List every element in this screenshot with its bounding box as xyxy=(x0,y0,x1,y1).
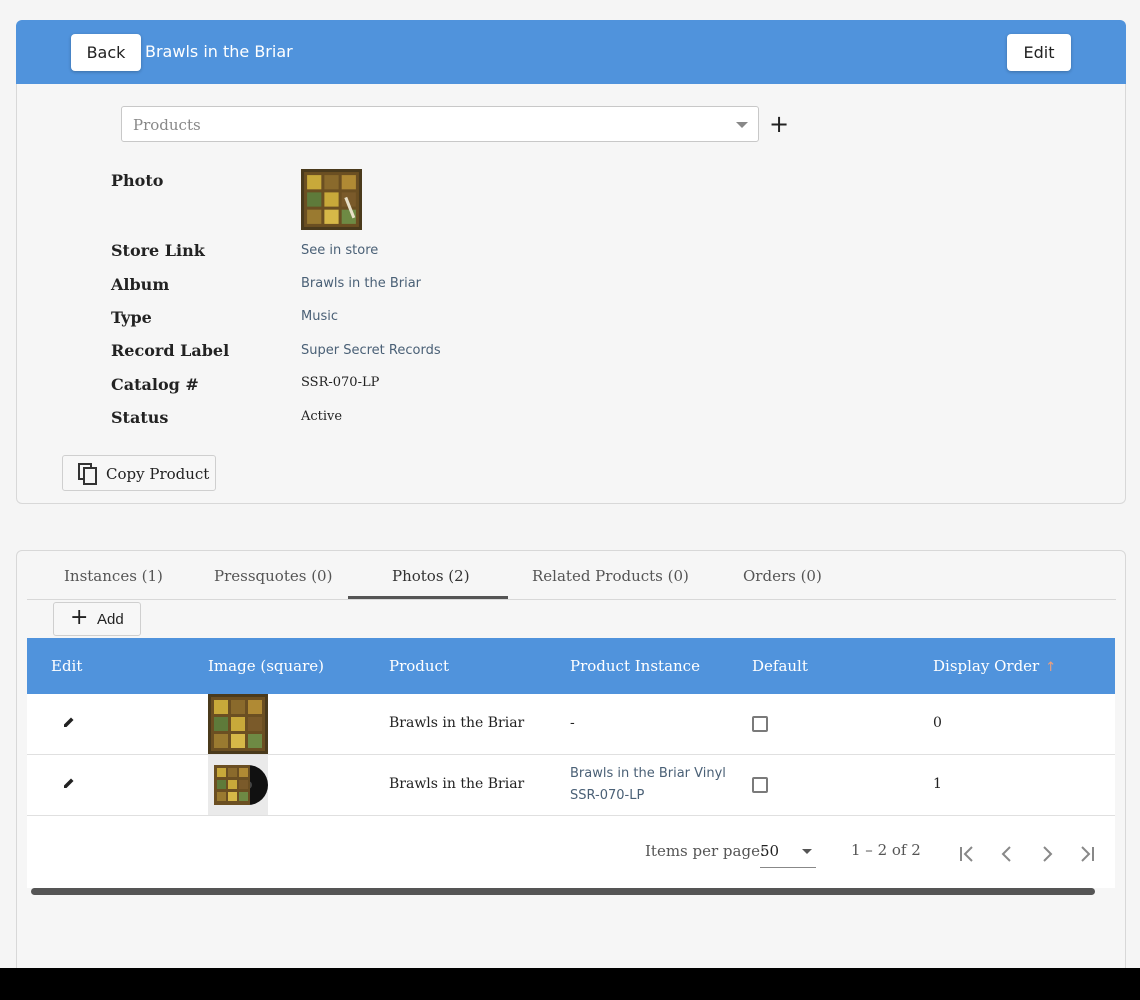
record-label-link[interactable]: Super Secret Records xyxy=(301,343,441,358)
status-label: Status xyxy=(111,408,169,427)
page-header: Back Brawls in the Briar Edit xyxy=(16,20,1126,84)
display-order-header-label: Display Order xyxy=(933,657,1040,675)
page-title: Brawls in the Briar xyxy=(145,42,293,61)
album-link[interactable]: Brawls in the Briar xyxy=(301,276,421,291)
type-link[interactable]: Music xyxy=(301,309,338,324)
display-order-cell: 0 xyxy=(933,715,942,731)
products-select[interactable]: Products xyxy=(121,106,759,142)
pencil-icon[interactable] xyxy=(63,777,75,789)
tab-related-products[interactable]: Related Products (0) xyxy=(532,567,689,585)
horizontal-scrollbar[interactable] xyxy=(31,888,1095,895)
items-per-page-select[interactable]: 50 xyxy=(760,838,816,868)
store-link[interactable]: See in store xyxy=(301,243,378,258)
back-button[interactable]: Back xyxy=(71,34,141,71)
chevron-down-icon xyxy=(802,849,812,854)
table-header: Edit Image (square) Product Product Inst… xyxy=(27,638,1115,694)
paginator: Items per page: 50 1 – 2 of 2 xyxy=(27,838,1115,888)
product-photo xyxy=(301,169,362,230)
last-page-icon[interactable] xyxy=(1075,842,1099,866)
product-cell: Brawls in the Briar xyxy=(389,776,525,792)
add-photo-label: Add xyxy=(97,611,124,628)
related-tabs-card: Instances (1) Pressquotes (0) Photos (2)… xyxy=(16,550,1126,980)
first-page-icon[interactable] xyxy=(955,842,979,866)
column-header-display-order[interactable]: Display Order ↑ xyxy=(933,657,1056,675)
display-order-cell: 1 xyxy=(933,776,942,792)
next-page-icon[interactable] xyxy=(1035,842,1059,866)
items-per-page-value: 50 xyxy=(760,842,780,860)
plus-icon: + xyxy=(70,605,89,630)
product-cell: Brawls in the Briar xyxy=(389,715,525,731)
product-detail-card: Products + Photo Store Link See in store… xyxy=(16,84,1126,504)
instance-link[interactable]: Brawls in the Briar Vinyl SSR-070-LP xyxy=(570,763,730,807)
add-photo-button[interactable]: + Add xyxy=(53,602,141,636)
column-header-instance: Product Instance xyxy=(570,657,700,675)
default-checkbox[interactable] xyxy=(752,777,768,793)
table-row: Brawls in the Briar - 0 xyxy=(27,694,1115,755)
table-row: Brawls in the Briar Brawls in the Briar … xyxy=(27,755,1115,816)
tab-orders[interactable]: Orders (0) xyxy=(743,567,822,585)
edit-button[interactable]: Edit xyxy=(1007,34,1071,71)
instance-cell: - xyxy=(570,715,575,731)
photo-label: Photo xyxy=(111,171,164,190)
store-link-label: Store Link xyxy=(111,241,205,260)
column-header-image: Image (square) xyxy=(208,657,324,675)
album-label: Album xyxy=(111,275,170,294)
catalog-label: Catalog # xyxy=(111,375,199,394)
add-product-button[interactable]: + xyxy=(769,112,789,136)
chevron-down-icon xyxy=(736,122,748,128)
photo-thumbnail xyxy=(208,755,268,815)
column-header-edit: Edit xyxy=(51,657,83,675)
page-range-label: 1 – 2 of 2 xyxy=(851,841,921,859)
products-select-placeholder: Products xyxy=(133,116,201,134)
tab-divider xyxy=(27,599,1116,600)
photos-table: Edit Image (square) Product Product Inst… xyxy=(27,638,1115,888)
status-value: Active xyxy=(301,409,343,424)
sort-arrow-icon: ↑ xyxy=(1045,660,1057,675)
items-per-page-label: Items per page: xyxy=(645,842,766,860)
record-label-label: Record Label xyxy=(111,341,230,360)
default-checkbox[interactable] xyxy=(752,716,768,732)
column-header-product: Product xyxy=(389,657,449,675)
column-header-default: Default xyxy=(752,657,808,675)
tab-pressquotes[interactable]: Pressquotes (0) xyxy=(214,567,332,585)
copy-icon xyxy=(78,463,97,485)
tab-instances[interactable]: Instances (1) xyxy=(64,567,163,585)
bottom-bar xyxy=(0,968,1140,1000)
copy-product-button[interactable]: Copy Product xyxy=(62,455,216,491)
catalog-value: SSR-070-LP xyxy=(301,375,380,390)
active-tab-indicator xyxy=(348,596,508,599)
photo-thumbnail xyxy=(208,694,268,754)
copy-product-label: Copy Product xyxy=(106,465,210,483)
previous-page-icon[interactable] xyxy=(995,842,1019,866)
tab-photos[interactable]: Photos (2) xyxy=(392,567,470,585)
type-label: Type xyxy=(111,308,152,327)
pencil-icon[interactable] xyxy=(63,716,75,728)
